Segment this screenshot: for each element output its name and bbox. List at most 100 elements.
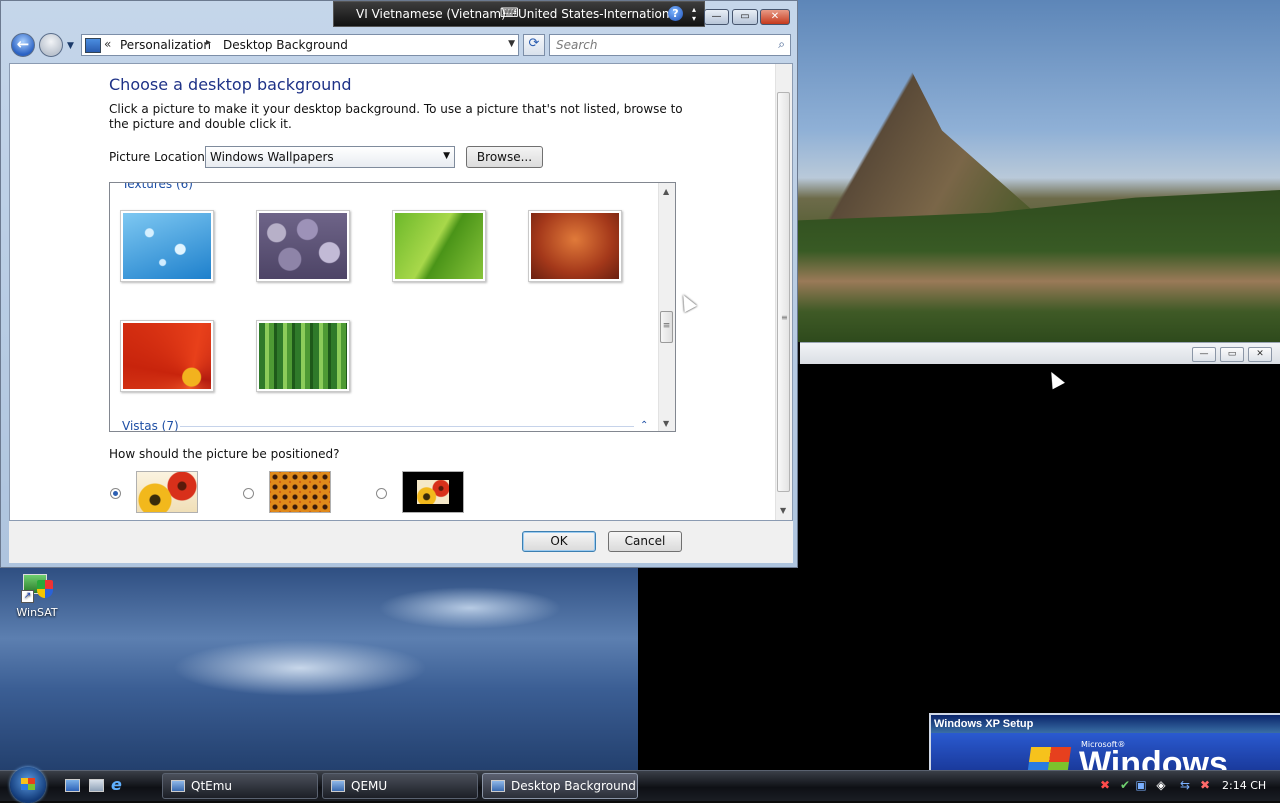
- xp-setup-title: Windows XP Setup: [931, 715, 1280, 733]
- position-question: How should the picture be positioned?: [109, 447, 340, 461]
- wallpaper-thumbnail[interactable]: [256, 320, 350, 392]
- clock[interactable]: 2:14 CH: [1222, 779, 1266, 792]
- show-desktop-icon[interactable]: [65, 779, 80, 792]
- collapse-icon[interactable]: ⌃: [640, 420, 648, 431]
- checkmark-icon[interactable]: ✔: [1118, 778, 1132, 792]
- scroll-up-icon[interactable]: ▲: [663, 187, 669, 196]
- page-title: Choose a desktop background: [109, 75, 352, 94]
- language-bar[interactable]: VI Vietnamese (Vietnam) ⌨ United States-…: [333, 1, 705, 27]
- desktop-wallpaper-mountain: [798, 0, 1280, 342]
- switch-windows-icon[interactable]: [89, 779, 104, 792]
- scrollbar-thumb[interactable]: ≡: [660, 311, 673, 343]
- back-button[interactable]: ←: [11, 33, 35, 57]
- close-button[interactable]: ✕: [760, 9, 790, 25]
- position-radio-tile[interactable]: [243, 488, 254, 499]
- navigation-bar: ← ▼ « Personalization ▸ Desktop Backgrou…: [9, 31, 793, 61]
- content-pane: Choose a desktop background Click a pict…: [9, 63, 793, 521]
- chevron-down-icon: ▼: [443, 151, 450, 161]
- ok-button[interactable]: OK: [522, 531, 596, 552]
- refresh-icon: ⟳: [528, 36, 540, 51]
- desktop-background-window[interactable]: ← ▼ « Personalization ▸ Desktop Backgrou…: [0, 0, 798, 568]
- security-alert-icon[interactable]: ✖: [1098, 778, 1112, 792]
- maximize-button[interactable]: ▭: [1220, 347, 1244, 362]
- recent-pages-icon[interactable]: ▼: [67, 41, 74, 51]
- keyboard-icon: ⌨: [500, 6, 519, 21]
- red-daisy-image: [123, 323, 211, 389]
- forward-button[interactable]: [39, 33, 63, 57]
- position-radio-fit[interactable]: [110, 488, 121, 499]
- breadcrumb-desktop-background[interactable]: Desktop Background: [223, 38, 348, 52]
- picture-location-value: Windows Wallpapers: [210, 150, 334, 164]
- desktop-icon-label: WinSAT: [16, 606, 58, 619]
- wallpaper-thumbnail[interactable]: [120, 210, 214, 282]
- taskbar-button-qtemu[interactable]: QtEmu: [162, 773, 318, 799]
- system-tray: ✖ ✔ ▣ ◈ ⇆ ✖ 2:14 CH: [1090, 773, 1280, 799]
- address-bar[interactable]: « Personalization ▸ Desktop Background ▼: [81, 34, 519, 56]
- wallpaper-thumbnail[interactable]: [392, 210, 486, 282]
- scrollbar-thumb[interactable]: ≡: [777, 92, 790, 492]
- minimize-button[interactable]: —: [704, 9, 729, 25]
- maximize-button[interactable]: ▭: [732, 9, 758, 25]
- breadcrumb-personalization[interactable]: Personalization: [120, 38, 211, 52]
- options-icon[interactable]: ▴ ▾: [692, 5, 696, 23]
- collapse-icon[interactable]: ⌃: [640, 183, 648, 189]
- content-scrollbar[interactable]: ≡ ▼: [775, 64, 792, 520]
- pebbles-image: [259, 213, 347, 279]
- app-tray-icon[interactable]: ◈: [1154, 778, 1168, 792]
- search-placeholder: Search: [556, 38, 598, 52]
- gallery-scrollbar[interactable]: ▲ ≡ ▼: [658, 183, 675, 431]
- scroll-down-icon[interactable]: ▼: [663, 419, 669, 428]
- close-button[interactable]: ✕: [1248, 347, 1272, 362]
- qtemu-icon: [171, 780, 185, 792]
- desktop-icon-winsat[interactable]: ↗ WinSAT: [10, 572, 64, 619]
- xp-setup-banner: Microsoft® Windows: [931, 733, 1280, 770]
- dialog-footer: OK Cancel: [9, 521, 793, 563]
- orange-fur-image: [531, 213, 619, 279]
- address-dropdown-icon[interactable]: ▼: [508, 39, 515, 49]
- winsat-icon: ↗: [21, 572, 53, 603]
- help-icon[interactable]: ?: [668, 6, 683, 21]
- grip-icon: ≡: [662, 321, 671, 331]
- wallpaper-thumbnail[interactable]: [528, 210, 622, 282]
- desktop-background-icon: [491, 780, 505, 792]
- background-window-titlebar: — ▭ ✕: [800, 342, 1280, 365]
- search-icon[interactable]: ⌕: [778, 37, 785, 52]
- picture-location-select[interactable]: Windows Wallpapers ▼: [205, 146, 455, 168]
- cancel-button[interactable]: Cancel: [608, 531, 682, 552]
- position-tile-preview[interactable]: [269, 471, 331, 513]
- wallpaper-gallery[interactable]: Textures (6) ⌃ Vistas (7) ⌃ ▲ ≡ ▼: [109, 182, 676, 432]
- arrow-left-icon: ←: [16, 35, 30, 53]
- wallpaper-thumbnail[interactable]: [256, 210, 350, 282]
- scroll-down-icon[interactable]: ▼: [780, 506, 786, 515]
- keyboard-layout[interactable]: United States-International: [518, 7, 680, 21]
- refresh-button[interactable]: ⟳: [523, 34, 545, 56]
- windows-wordmark: Windows: [1079, 745, 1228, 770]
- taskbar-button-qemu[interactable]: QEMU: [322, 773, 478, 799]
- green-leaf-image: [395, 213, 483, 279]
- bamboo-image: [259, 323, 347, 389]
- taskbar-button-desktop-background[interactable]: Desktop Background: [482, 773, 638, 799]
- language-icon[interactable]: ▣: [1134, 778, 1148, 792]
- breadcrumb-separator-icon[interactable]: ▸: [206, 37, 211, 48]
- water-drops-image: [123, 213, 211, 279]
- group-header-textures[interactable]: Textures (6): [122, 183, 193, 191]
- browse-button[interactable]: Browse...: [466, 146, 543, 168]
- start-button[interactable]: [10, 767, 46, 803]
- position-fit-preview[interactable]: [136, 471, 198, 513]
- minimize-button[interactable]: —: [1192, 347, 1216, 362]
- picture-location-label: Picture Location: [109, 150, 205, 164]
- chevron-icon[interactable]: «: [104, 37, 111, 51]
- wallpaper-thumbnail[interactable]: [120, 320, 214, 392]
- page-description: Click a picture to make it your desktop …: [109, 102, 683, 131]
- search-input[interactable]: Search ⌕: [549, 34, 791, 56]
- xp-setup-window[interactable]: Windows XP Setup Microsoft® Windows: [929, 713, 1280, 772]
- network-icon[interactable]: ⇆: [1178, 778, 1192, 792]
- volume-muted-icon[interactable]: ✖: [1198, 778, 1212, 792]
- desktop-wallpaper-lake: [0, 568, 638, 770]
- group-header-vistas[interactable]: Vistas (7): [122, 419, 179, 431]
- internet-explorer-icon[interactable]: e: [111, 775, 126, 794]
- position-radio-center[interactable]: [376, 488, 387, 499]
- task-label: Desktop Background: [511, 779, 636, 793]
- position-center-preview[interactable]: [402, 471, 464, 513]
- input-language[interactable]: VI Vietnamese (Vietnam): [356, 7, 506, 21]
